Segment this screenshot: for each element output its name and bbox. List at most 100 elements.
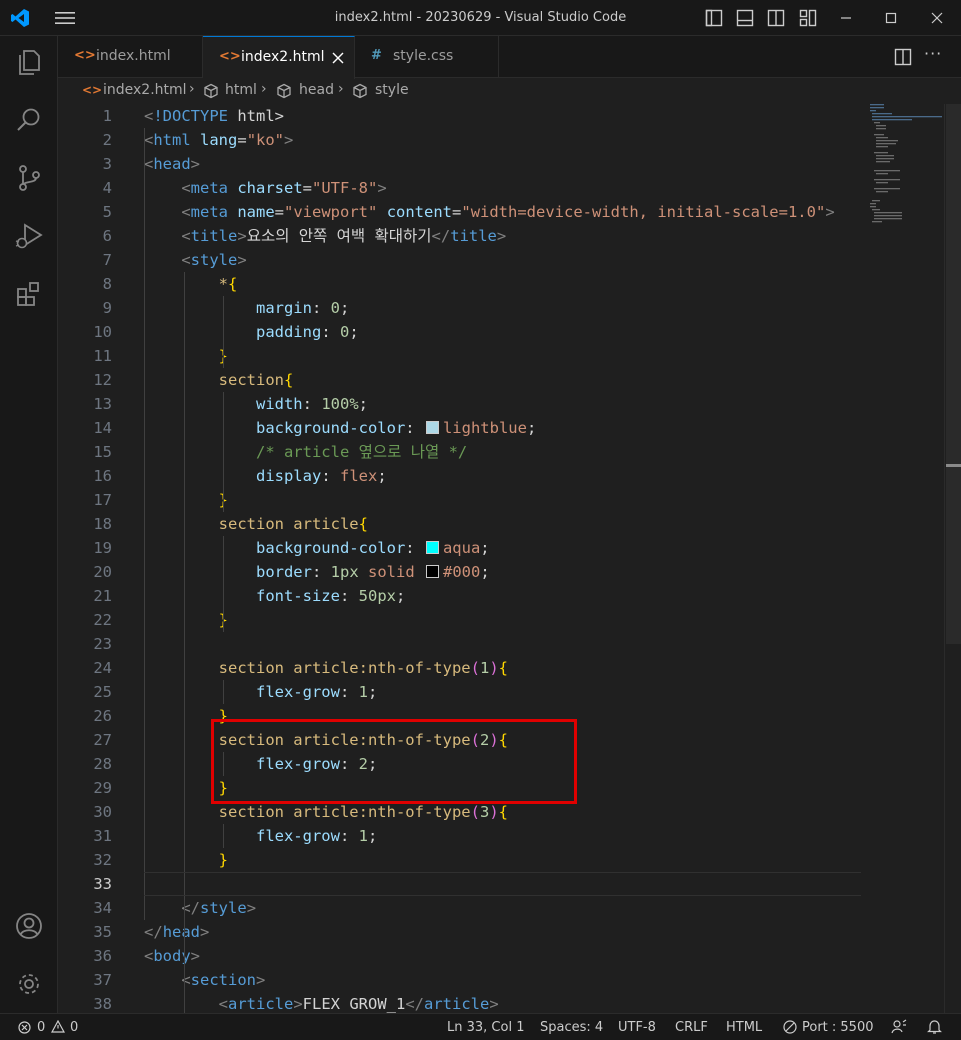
line-number: 25 — [93, 683, 112, 701]
source-control-icon[interactable] — [13, 162, 45, 194]
element-cube-icon — [204, 83, 218, 99]
minimap[interactable] — [868, 104, 944, 224]
close-window-icon[interactable] — [925, 6, 949, 30]
code-text: padding: 0; — [255, 323, 359, 341]
extensions-icon[interactable] — [13, 278, 45, 310]
tab-label: index.html — [96, 48, 171, 64]
cursor-position[interactable]: Ln 33, Col 1 — [447, 1020, 524, 1035]
line-number: 34 — [93, 899, 112, 917]
settings-gear-icon[interactable] — [13, 968, 45, 1000]
color-swatch[interactable] — [425, 421, 439, 434]
line-number: 24 — [93, 659, 112, 677]
html-file-icon: <> — [82, 83, 103, 97]
line-number: 18 — [93, 515, 112, 533]
code-text: flex-grow: 1; — [255, 683, 378, 701]
live-server-port[interactable]: Port : 5500 — [802, 1020, 874, 1035]
warning-count[interactable]: 0 — [70, 1020, 78, 1035]
code-text: </head> — [144, 923, 210, 941]
line-number: 6 — [102, 227, 112, 245]
tab-index2-html[interactable]: <> index2.html — [203, 36, 355, 79]
line-number: 11 — [93, 347, 112, 365]
current-line-highlight — [144, 872, 861, 896]
code-text: display: flex; — [255, 467, 387, 485]
line-number: 2 — [102, 131, 112, 149]
line-ending[interactable]: CRLF — [675, 1020, 708, 1035]
code-text: /* article 옆으로 나열 */ — [255, 443, 468, 461]
tab-label: style.css — [393, 48, 454, 64]
explorer-icon[interactable] — [13, 46, 45, 78]
color-swatch[interactable] — [426, 565, 440, 578]
live-server-icon[interactable] — [783, 1020, 797, 1034]
code-text: margin: 0; — [255, 299, 350, 317]
element-cube-icon — [353, 83, 367, 99]
minimize-icon[interactable] — [834, 6, 858, 30]
code-text: background-color: aqua; — [255, 539, 490, 557]
code-text: background-color: lightblue; — [255, 419, 537, 437]
line-number: 22 — [93, 611, 112, 629]
encoding[interactable]: UTF-8 — [618, 1020, 656, 1035]
code-text: } — [144, 344, 228, 368]
notifications-bell-icon[interactable] — [927, 1019, 942, 1035]
customize-layout-icon[interactable] — [799, 9, 817, 27]
breadcrumb-item-style[interactable]: style — [375, 82, 409, 98]
split-editor-icon[interactable] — [894, 48, 912, 66]
indent-guide — [223, 536, 224, 632]
indent-guide — [223, 296, 224, 368]
account-icon[interactable] — [13, 910, 45, 942]
color-swatch[interactable] — [425, 541, 439, 554]
code-text: border: 1px solid #000; — [255, 563, 490, 581]
scroll-position-marker — [946, 464, 961, 467]
toggle-secondary-sidebar-icon[interactable] — [767, 9, 785, 27]
highlight-annotation-box — [211, 719, 577, 804]
line-number: 31 — [93, 827, 112, 845]
indent-guide — [223, 824, 224, 848]
error-icon[interactable] — [18, 1021, 31, 1034]
search-icon[interactable] — [13, 104, 45, 136]
line-number: 26 — [93, 707, 112, 725]
language-mode[interactable]: HTML — [726, 1020, 762, 1035]
code-text: </style> — [181, 899, 257, 917]
line-number: 7 — [102, 251, 112, 269]
line-number: 4 — [102, 179, 112, 197]
indentation[interactable]: Spaces: 4 — [540, 1020, 603, 1035]
error-count[interactable]: 0 — [37, 1020, 45, 1035]
indent-guide — [144, 128, 145, 920]
toggle-panel-icon[interactable] — [736, 9, 754, 27]
code-text: *{ — [218, 275, 238, 293]
code-editor[interactable]: 1 <!DOCTYPE html> 2 <html lang="ko"> 3 <head>… — [58, 104, 961, 1013]
breadcrumb-item-file[interactable]: index2.html — [103, 82, 187, 98]
code-text: <article>FLEX GROW_1</article> — [218, 995, 499, 1013]
code-text: <!DOCTYPE html> — [144, 107, 284, 125]
toggle-primary-sidebar-icon[interactable] — [705, 9, 723, 27]
element-cube-icon — [277, 83, 291, 99]
code-text: flex-grow: 1; — [255, 827, 378, 845]
breadcrumb-item-head[interactable]: head — [299, 82, 334, 98]
line-number: 20 — [93, 563, 112, 581]
code-text: section article:nth-of-type(1){ — [218, 659, 508, 677]
line-number: 14 — [93, 419, 112, 437]
chevron-right-icon: › — [338, 81, 344, 97]
warning-icon[interactable] — [51, 1020, 65, 1033]
tab-style-css[interactable]: # style.css — [355, 36, 499, 78]
breadcrumb-item-html[interactable]: html — [225, 82, 257, 98]
accounts-feedback-icon[interactable] — [891, 1019, 907, 1035]
line-number: 8 — [102, 275, 112, 293]
line-number: 27 — [93, 731, 112, 749]
maximize-icon[interactable] — [879, 6, 903, 30]
line-number: 5 — [102, 203, 112, 221]
line-number: 23 — [93, 635, 112, 653]
code-text: <section> — [181, 971, 266, 989]
breadcrumb: <> index2.html › html › head › style — [58, 78, 961, 104]
code-text: width: 100%; — [255, 395, 368, 413]
close-tab-icon[interactable] — [331, 51, 345, 65]
vertical-scrollbar[interactable] — [944, 104, 961, 1013]
line-number: 17 — [93, 491, 112, 509]
more-actions-icon[interactable]: ··· — [924, 44, 942, 63]
activity-bar — [0, 36, 58, 1013]
tab-index-html[interactable]: <> index.html — [58, 36, 203, 78]
run-debug-icon[interactable] — [13, 220, 45, 252]
indent-guide — [184, 272, 185, 1013]
editor-tabs: <> index.html <> index2.html # style.css… — [58, 36, 961, 79]
line-number: 29 — [93, 779, 112, 797]
scrollbar-thumb[interactable] — [946, 104, 961, 644]
